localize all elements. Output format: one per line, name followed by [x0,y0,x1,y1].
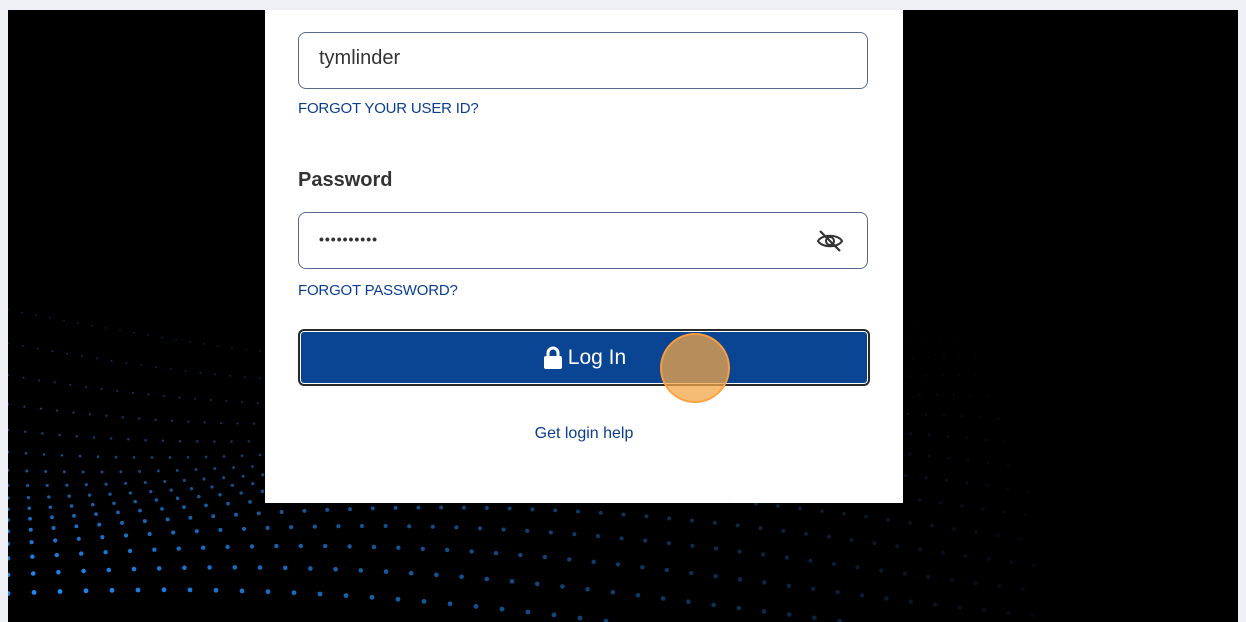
user-id-field[interactable]: tymlinder [298,32,868,89]
click-indicator [660,333,730,403]
password-label: Password [298,169,393,191]
lock-icon [542,346,564,370]
login-button[interactable]: Log In [298,329,870,386]
eye-slash-icon[interactable] [815,228,845,254]
user-id-value: tymlinder [319,47,401,69]
get-login-help-link[interactable]: Get login help [265,425,903,443]
forgot-user-id-link[interactable]: FORGOT YOUR USER ID? [298,100,479,117]
forgot-password-link[interactable]: FORGOT PASSWORD? [298,282,458,299]
login-card: tymlinder FORGOT YOUR USER ID? Password … [265,10,903,503]
login-page-background: tymlinder FORGOT YOUR USER ID? Password … [8,10,1238,622]
password-field[interactable]: •••••••••• [298,212,868,269]
login-button-label: Log In [567,345,627,369]
password-value: •••••••••• [319,231,379,247]
